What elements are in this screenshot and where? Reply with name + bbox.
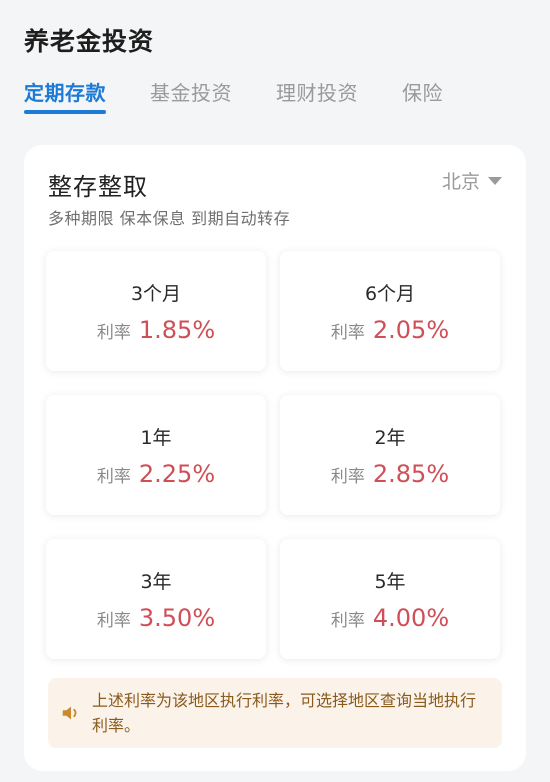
rate-value: 4.00% [372,603,450,632]
rate-label: 利率 [96,610,131,631]
deposit-card: 整存整取 北京 多种期限 保本保息 到期自动转存 3个月 利率 1.85% 6个… [24,145,526,771]
tab-wealth-management[interactable]: 理财投资 [276,80,358,114]
rate-grid: 3个月 利率 1.85% 6个月 利率 2.05% 1年 利率 2.25% 2年… [46,251,500,659]
page-title: 养老金投资 [24,27,155,56]
rate-value: 1.85% [138,315,216,344]
region-label: 北京 [441,171,480,193]
rate-value: 3.50% [138,603,216,632]
tab-insurance[interactable]: 保险 [402,80,443,114]
rate-label: 利率 [96,322,131,343]
rate-value: 2.85% [372,459,450,488]
card-title: 整存整取 [48,173,148,201]
rate-value: 2.25% [138,459,216,488]
term-label: 6个月 [364,282,416,305]
tab-bar: 定期存款 基金投资 理财投资 保险 [24,80,487,120]
region-selector[interactable]: 北京 [442,167,502,194]
rate-label: 利率 [330,322,365,343]
rate-cell-3-months[interactable]: 3个月 利率 1.85% [46,251,266,371]
term-label: 5年 [374,570,406,593]
rate-line: 利率 1.85% [97,316,215,344]
term-label: 3个月 [130,282,182,305]
rate-cell-3-years[interactable]: 3年 利率 3.50% [46,539,266,659]
caret-down-icon [488,176,502,185]
tab-fund-investment[interactable]: 基金投资 [150,80,232,114]
rate-line: 利率 3.50% [97,604,215,632]
rate-cell-5-years[interactable]: 5年 利率 4.00% [280,539,500,659]
rate-cell-1-year[interactable]: 1年 利率 2.25% [46,395,266,515]
term-label: 2年 [374,426,406,449]
rate-line: 利率 4.00% [331,604,449,632]
rate-label: 利率 [330,466,365,487]
term-label: 3年 [140,570,172,593]
notice-banner: 上述利率为该地区执行利率，可选择地区查询当地执行利率。 [48,678,502,748]
rate-label: 利率 [96,466,131,487]
rate-value: 2.05% [372,315,450,344]
tab-fixed-deposit[interactable]: 定期存款 [24,80,106,114]
term-label: 1年 [140,426,172,449]
rate-line: 利率 2.85% [331,460,449,488]
notice-text: 上述利率为该地区执行利率，可选择地区查询当地执行利率。 [92,691,477,735]
card-subtitle: 多种期限 保本保息 到期自动转存 [48,209,291,228]
rate-cell-6-months[interactable]: 6个月 利率 2.05% [280,251,500,371]
speaker-icon [62,706,77,720]
rate-line: 利率 2.05% [331,316,449,344]
rate-label: 利率 [330,610,365,631]
rate-cell-2-years[interactable]: 2年 利率 2.85% [280,395,500,515]
rate-line: 利率 2.25% [97,460,215,488]
